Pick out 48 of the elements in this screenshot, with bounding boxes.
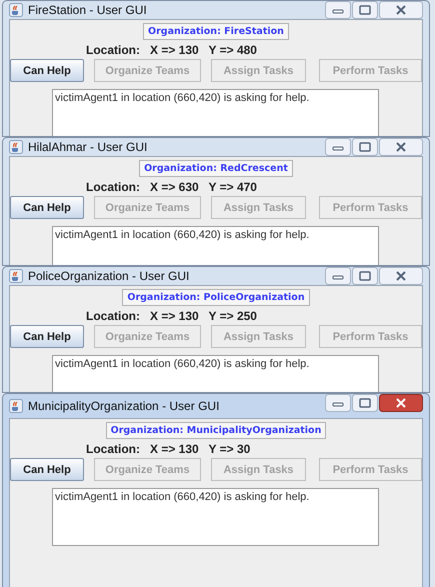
java-cup-icon bbox=[9, 269, 23, 283]
maximize-icon[interactable] bbox=[352, 1, 378, 19]
java-cup-icon bbox=[9, 140, 23, 154]
action-button[interactable]: Can Help bbox=[10, 196, 84, 219]
action-button[interactable]: Can Help bbox=[10, 325, 84, 348]
window-title: MunicipalityOrganization - User GUI bbox=[28, 399, 220, 413]
action-button[interactable]: Organize Teams bbox=[94, 458, 201, 481]
java-cup-icon bbox=[9, 3, 23, 17]
message-area: victimAgent1 in location (660,420) is asking for help. bbox=[52, 89, 379, 136]
close-icon[interactable] bbox=[379, 394, 423, 412]
action-button[interactable]: Can Help bbox=[10, 458, 84, 481]
close-icon[interactable] bbox=[379, 1, 423, 19]
organization-label: Organization: MunicipalityOrganization bbox=[106, 422, 326, 439]
organization-label: Organization: FireStation bbox=[143, 23, 289, 40]
close-icon[interactable] bbox=[379, 138, 423, 156]
java-cup-icon bbox=[9, 399, 23, 413]
close-icon[interactable] bbox=[379, 267, 423, 285]
action-button[interactable]: Organize Teams bbox=[94, 325, 201, 348]
action-button[interactable]: Perform Tasks bbox=[319, 196, 422, 219]
action-button[interactable]: Perform Tasks bbox=[319, 59, 422, 82]
window-title: HilalAhmar - User GUI bbox=[28, 140, 148, 154]
location-label: Location: X => 130 Y => 250 bbox=[86, 309, 258, 323]
maximize-icon[interactable] bbox=[352, 394, 378, 412]
window-title: PoliceOrganization - User GUI bbox=[28, 269, 190, 283]
location-label: Location: X => 630 Y => 470 bbox=[86, 180, 258, 194]
action-button[interactable]: Assign Tasks bbox=[211, 196, 306, 219]
action-button[interactable]: Assign Tasks bbox=[211, 59, 306, 82]
minimize-icon[interactable] bbox=[325, 267, 351, 285]
message-area: victimAgent1 in location (660,420) is asking for help. bbox=[52, 355, 379, 392]
message-area: victimAgent1 in location (660,420) is asking for help. bbox=[52, 226, 379, 265]
maximize-icon[interactable] bbox=[352, 267, 378, 285]
maximize-icon[interactable] bbox=[352, 138, 378, 156]
message-area: victimAgent1 in location (660,420) is asking for help. bbox=[52, 488, 379, 546]
minimize-icon[interactable] bbox=[325, 1, 351, 19]
organization-label: Organization: PoliceOrganization bbox=[122, 289, 310, 306]
minimize-icon[interactable] bbox=[325, 394, 351, 412]
location-label: Location: X => 130 Y => 30 bbox=[86, 442, 252, 456]
action-button[interactable]: Perform Tasks bbox=[319, 325, 422, 348]
action-button[interactable]: Assign Tasks bbox=[211, 325, 306, 348]
minimize-icon[interactable] bbox=[325, 138, 351, 156]
action-button[interactable]: Organize Teams bbox=[94, 196, 201, 219]
action-button[interactable]: Organize Teams bbox=[94, 59, 201, 82]
action-button[interactable]: Perform Tasks bbox=[319, 458, 422, 481]
location-label: Location: X => 130 Y => 480 bbox=[86, 43, 258, 57]
action-button[interactable]: Assign Tasks bbox=[211, 458, 306, 481]
action-button[interactable]: Can Help bbox=[10, 59, 84, 82]
window-title: FireStation - User GUI bbox=[28, 3, 147, 17]
organization-label: Organization: RedCrescent bbox=[139, 160, 293, 177]
